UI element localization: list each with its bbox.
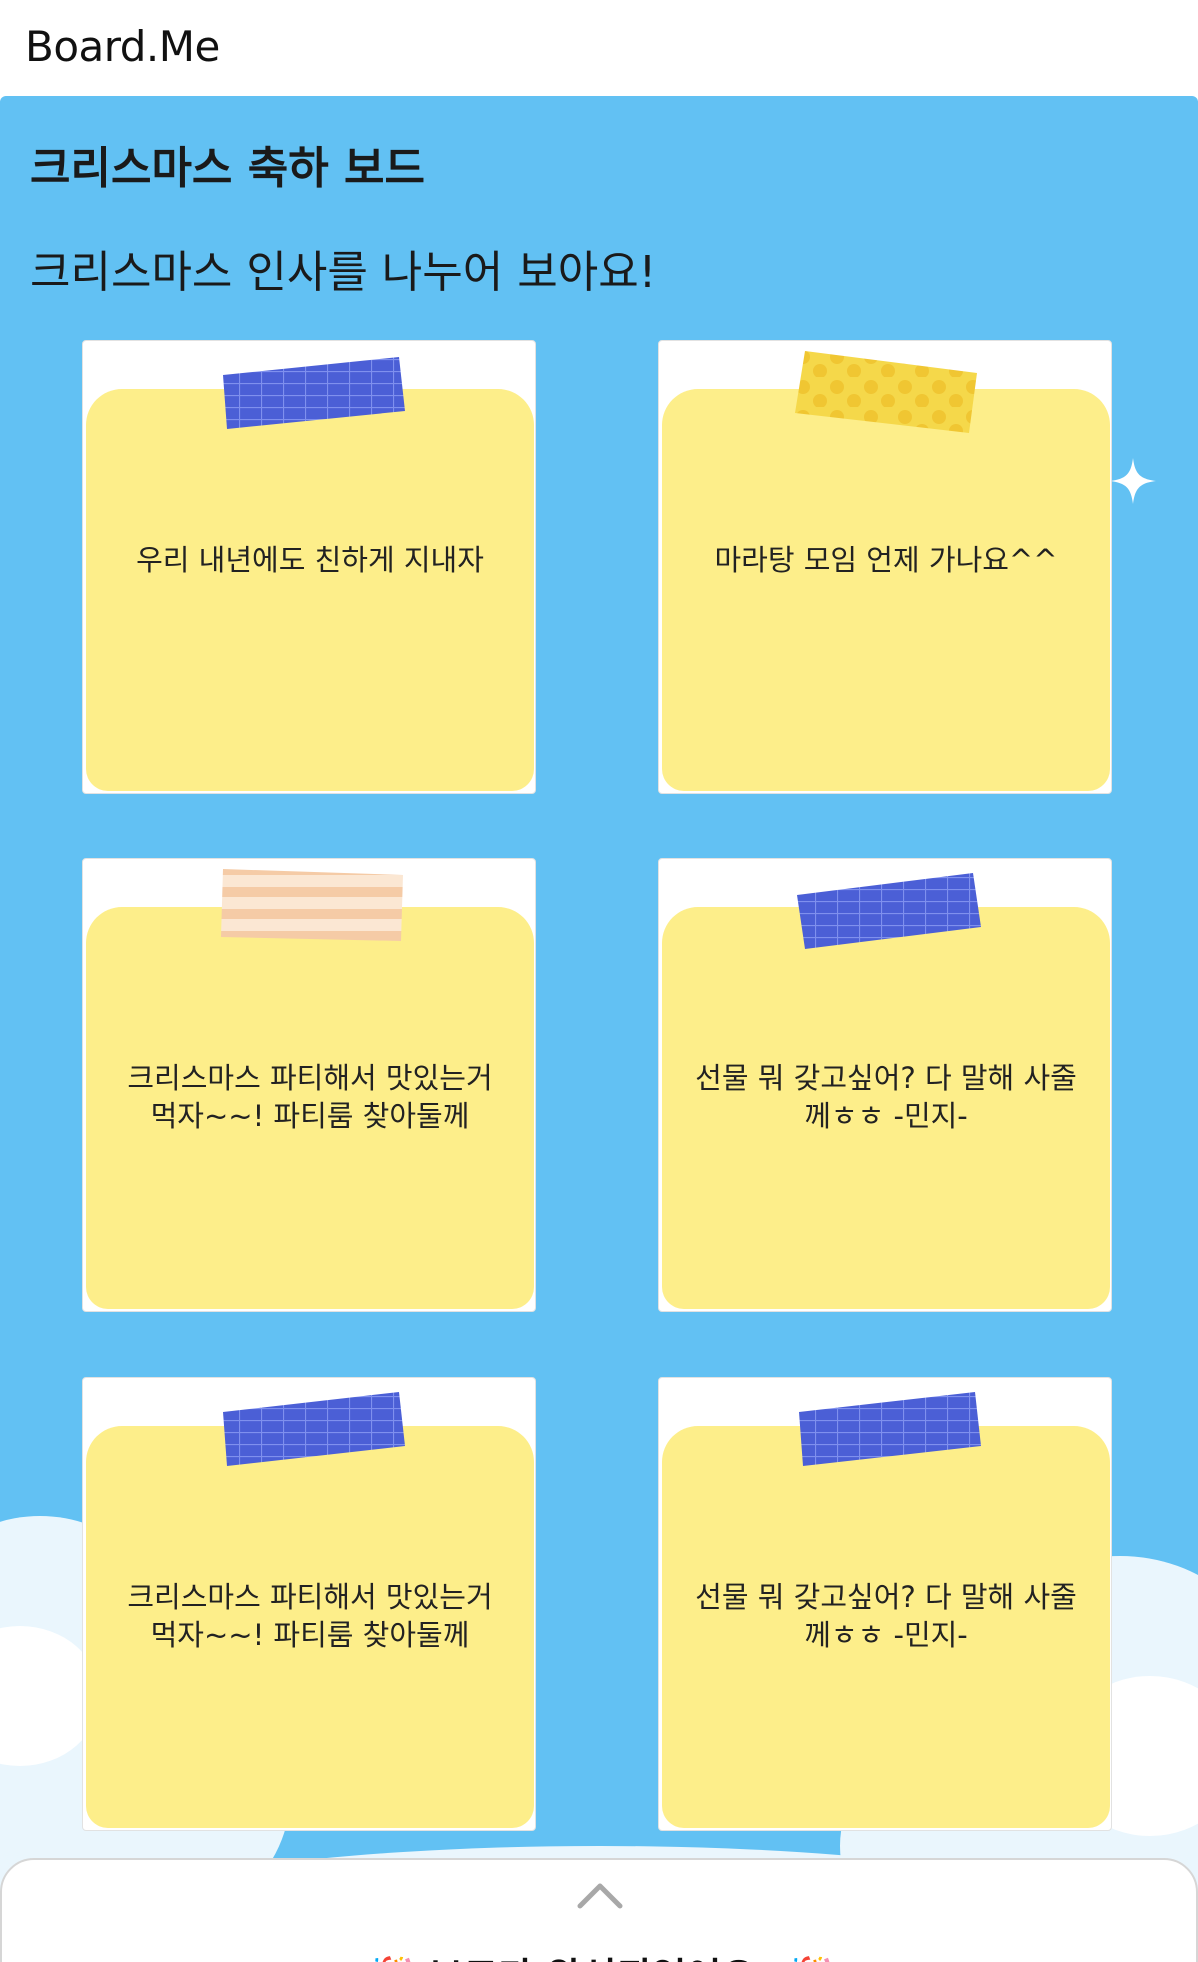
blue-grid-tape [223,1392,405,1466]
yellow-dot-tape [795,351,977,433]
message-card[interactable]: 선물 뭐 갖고싶어? 다 말해 사줄께ㅎㅎ -민지- [658,1377,1112,1831]
message-card[interactable]: 우리 내년에도 친하게 지내자 [82,340,536,794]
app-logo[interactable]: Board.Me [25,22,220,71]
card-message: 크리스마스 파티해서 맛있는거 먹자~~! 파티룸 찾아둘께 [127,1580,493,1652]
card-message: 마라탕 모임 언제 가나요^^ [714,543,1058,577]
board-description: 크리스마스 인사를 나누어 보아요! [30,247,657,298]
completion-message: 🎉 보드가 완성되었어요! 🎉 [2,1946,1198,1962]
message-card[interactable]: 크리스마스 파티해서 맛있는거 먹자~~! 파티룸 찾아둘께 [82,858,536,1312]
board-title: 크리스마스 축하 보드 [30,143,425,194]
blue-grid-tape [799,1392,981,1466]
peach-stripe-tape [221,869,403,941]
message-card[interactable]: 마라탕 모임 언제 가나요^^ [658,340,1112,794]
chevron-up-icon[interactable] [576,1880,624,1910]
sticky-note: 크리스마스 파티해서 맛있는거 먹자~~! 파티룸 찾아둘께 [86,1426,534,1828]
blue-grid-tape [797,873,981,949]
sticky-note: 선물 뭐 갖고싶어? 다 말해 사줄께ㅎㅎ -민지- [662,907,1110,1309]
sticky-note: 선물 뭐 갖고싶어? 다 말해 사줄께ㅎㅎ -민지- [662,1426,1110,1828]
card-message: 선물 뭐 갖고싶어? 다 말해 사줄께ㅎㅎ -민지- [695,1580,1077,1652]
message-card[interactable]: 선물 뭐 갖고싶어? 다 말해 사줄께ㅎㅎ -민지- [658,858,1112,1312]
board-area: 크리스마스 축하 보드 크리스마스 인사를 나누어 보아요! 우리 내년에도 친… [0,96,1198,1962]
bottom-sheet[interactable]: 🎉 보드가 완성되었어요! 🎉 [0,1858,1198,1962]
sticky-note: 우리 내년에도 친하게 지내자 [86,389,534,791]
card-message: 크리스마스 파티해서 맛있는거 먹자~~! 파티룸 찾아둘께 [127,1061,493,1133]
sticky-note: 마라탕 모임 언제 가나요^^ [662,389,1110,791]
card-message: 우리 내년에도 친하게 지내자 [136,543,484,577]
sparkle-icon [1110,458,1156,504]
blue-grid-tape [223,357,405,429]
card-message: 선물 뭐 갖고싶어? 다 말해 사줄께ㅎㅎ -민지- [695,1061,1077,1133]
message-card[interactable]: 크리스마스 파티해서 맛있는거 먹자~~! 파티룸 찾아둘께 [82,1377,536,1831]
sticky-note: 크리스마스 파티해서 맛있는거 먹자~~! 파티룸 찾아둘께 [86,907,534,1309]
top-bar: Board.Me [0,0,1198,96]
